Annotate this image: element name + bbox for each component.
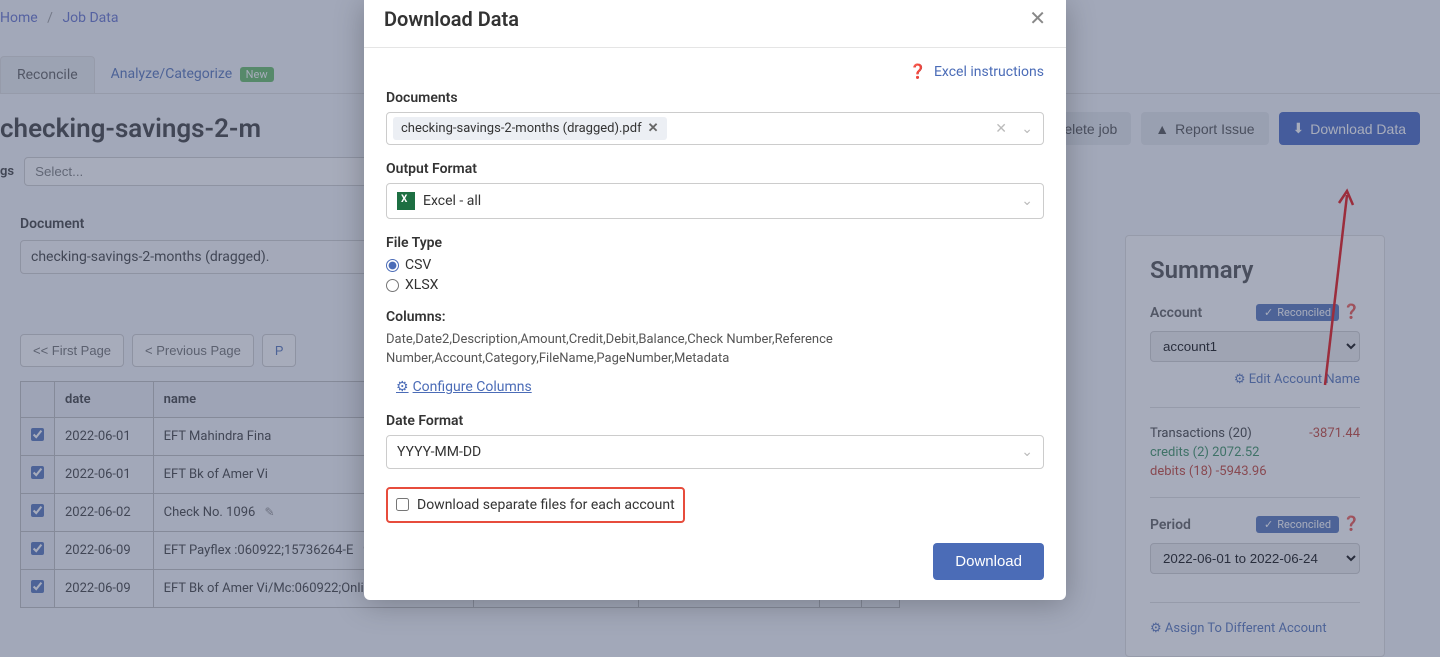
filetype-csv-radio[interactable] [386,259,399,272]
chevron-down-icon[interactable]: ⌄ [1021,444,1033,460]
excel-instructions-link[interactable]: ❓ Excel instructions [909,64,1044,80]
separate-files-highlight: Download separate files for each account [386,487,685,523]
columns-label: Columns: [386,309,1044,325]
question-icon: ❓ [909,64,926,80]
modal-overlay: Download Data ✕ ❓ Excel instructions Doc… [0,0,1440,657]
output-format-select[interactable]: Excel - all ⌄ [386,183,1044,219]
documents-multiselect[interactable]: checking-savings-2-months (dragged).pdf … [386,112,1044,145]
dateformat-label: Date Format [386,413,1044,429]
close-icon[interactable]: ✕ [1029,6,1046,31]
filetype-label: File Type [386,235,1044,251]
dateformat-select[interactable]: YYYY-MM-DD ⌄ [386,435,1044,469]
documents-label: Documents [386,90,1044,106]
chip-remove-icon[interactable]: ✕ [648,121,659,136]
separate-files-checkbox[interactable] [396,498,409,511]
document-chip: checking-savings-2-months (dragged).pdf … [393,117,667,140]
download-button[interactable]: Download [933,543,1044,580]
configure-columns-link[interactable]: ⚙ Configure Columns [396,379,532,395]
excel-icon [397,192,415,210]
chevron-down-icon[interactable]: ⌄ [1021,193,1033,209]
download-data-modal: Download Data ✕ ❓ Excel instructions Doc… [364,0,1066,600]
modal-title: Download Data [384,7,519,31]
output-format-label: Output Format [386,161,1044,177]
columns-list: Date,Date2,Description,Amount,Credit,Deb… [386,331,1044,369]
gear-icon: ⚙ [396,379,409,395]
chevron-down-icon[interactable]: ⌄ [1021,121,1033,137]
clear-all-icon[interactable]: ✕ [995,121,1007,137]
filetype-xlsx-radio[interactable] [386,279,399,292]
